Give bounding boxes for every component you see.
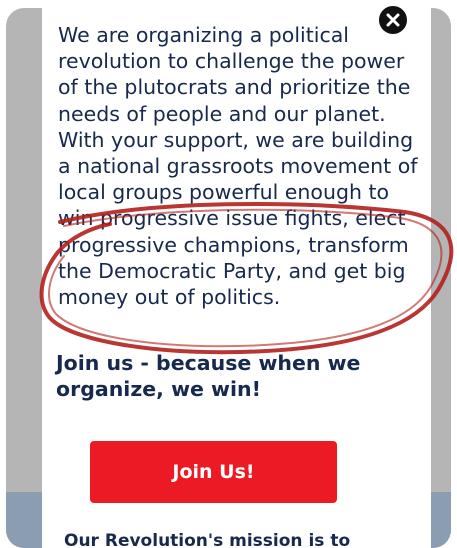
close-button[interactable] — [377, 4, 409, 36]
join-us-button[interactable]: Join Us! — [90, 441, 337, 503]
modal-body-text: We are organizing a political revolution… — [58, 23, 418, 310]
close-icon — [386, 13, 400, 27]
popup-modal: We are organizing a political revolution… — [42, 8, 431, 548]
join-call-to-action: Join us - because when we organize, we w… — [56, 351, 361, 401]
modal-footer-text: Our Revolution's mission is to — [64, 531, 351, 548]
